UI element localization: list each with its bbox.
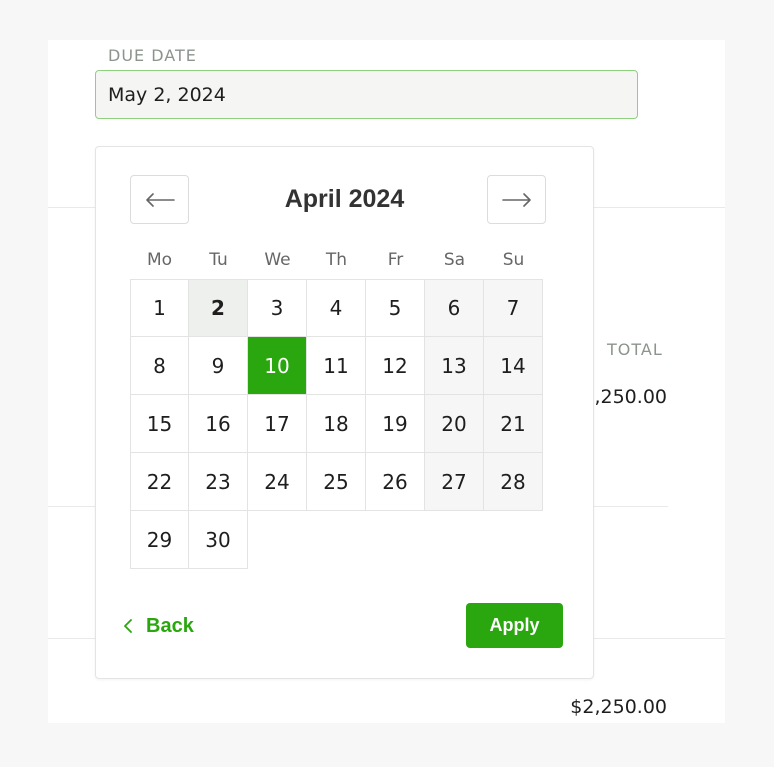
- calendar-day[interactable]: 5: [366, 279, 425, 337]
- calendar-day[interactable]: 10: [248, 337, 307, 395]
- date-picker-popup: April 2024 1 2 3 4 5 6 7 8 9 10 11 12 13 14 15 16 17 18 19…: [95, 146, 594, 679]
- calendar-day[interactable]: 1: [130, 279, 189, 337]
- weekday-header: Sa: [443, 250, 466, 270]
- calendar-day[interactable]: 16: [189, 395, 248, 453]
- calendar-day[interactable]: 27: [425, 453, 484, 511]
- calendar-day[interactable]: 25: [307, 453, 366, 511]
- due-date-label: DUE DATE: [108, 46, 197, 65]
- calendar-day[interactable]: 24: [248, 453, 307, 511]
- calendar-day[interactable]: 2: [189, 279, 248, 337]
- calendar-day[interactable]: 15: [130, 395, 189, 453]
- total-column-header: TOTAL: [607, 340, 663, 359]
- back-label: Back: [146, 614, 194, 637]
- line-total-value: ,250.00: [594, 386, 667, 408]
- weekday-header: Su: [502, 250, 525, 270]
- calendar-day[interactable]: 11: [307, 337, 366, 395]
- calendar-day[interactable]: 18: [307, 395, 366, 453]
- calendar-day[interactable]: 30: [189, 511, 248, 569]
- next-month-button[interactable]: [487, 175, 546, 224]
- calendar-day[interactable]: 20: [425, 395, 484, 453]
- calendar-day[interactable]: 6: [425, 279, 484, 337]
- due-date-value: May 2, 2024: [108, 83, 226, 106]
- invoice-total-value: $2,250.00: [570, 696, 667, 718]
- weekday-header: Mo: [146, 250, 173, 270]
- calendar-day[interactable]: 9: [189, 337, 248, 395]
- calendar-day[interactable]: 19: [366, 395, 425, 453]
- calendar-grid: 1 2 3 4 5 6 7 8 9 10 11 12 13 14 15 16 17 18 19 20 21 22 23 24 2…: [130, 279, 546, 569]
- calendar-day[interactable]: 3: [248, 279, 307, 337]
- back-button[interactable]: Back: [124, 613, 194, 639]
- calendar-day[interactable]: 8: [130, 337, 189, 395]
- calendar-day[interactable]: 29: [130, 511, 189, 569]
- calendar-day[interactable]: 22: [130, 453, 189, 511]
- chevron-left-icon: [124, 619, 132, 633]
- weekday-header: Fr: [387, 250, 404, 270]
- calendar-day[interactable]: 17: [248, 395, 307, 453]
- due-date-input[interactable]: May 2, 2024: [95, 70, 638, 119]
- weekday-header: Th: [325, 250, 348, 270]
- calendar-day[interactable]: 13: [425, 337, 484, 395]
- calendar-day[interactable]: 4: [307, 279, 366, 337]
- calendar-day[interactable]: 28: [484, 453, 543, 511]
- calendar-day[interactable]: 26: [366, 453, 425, 511]
- calendar-day[interactable]: 23: [189, 453, 248, 511]
- weekday-header: We: [264, 250, 291, 270]
- calendar-day[interactable]: 21: [484, 395, 543, 453]
- arrow-right-icon: [501, 192, 531, 207]
- calendar-day[interactable]: 14: [484, 337, 543, 395]
- calendar-day[interactable]: 12: [366, 337, 425, 395]
- calendar-day[interactable]: 7: [484, 279, 543, 337]
- weekday-header: Tu: [209, 250, 228, 270]
- apply-button[interactable]: Apply: [466, 603, 563, 648]
